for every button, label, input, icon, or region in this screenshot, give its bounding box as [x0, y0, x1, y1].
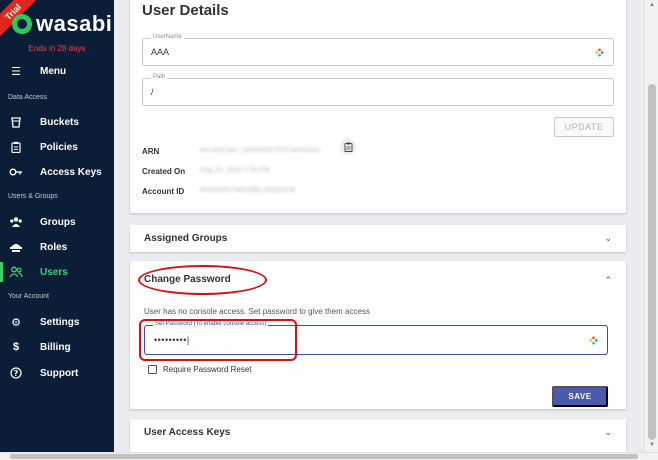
section-your-account: Your Account — [8, 293, 49, 300]
annotation-rectangle — [139, 319, 297, 361]
sidebar-item-label: Users — [40, 266, 68, 278]
require-reset-checkbox[interactable] — [148, 365, 157, 374]
user-details-card: User Details UserName AAA Path / UPDATE … — [130, 0, 626, 213]
sidebar-item-settings[interactable]: ⚙ Settings — [0, 310, 114, 334]
sidebar-item-buckets[interactable]: Buckets — [0, 110, 114, 134]
sidebar-item-billing[interactable]: $ Billing — [0, 335, 114, 359]
created-on-label: Created On — [142, 167, 186, 176]
arn-label: ARN — [142, 147, 160, 156]
sidebar: Trial wasabi Ends in 28 days ☰ Menu Data… — [0, 0, 114, 460]
roles-icon — [9, 240, 23, 254]
sidebar-item-label: Support — [40, 367, 79, 379]
help-icon: ? — [9, 366, 23, 380]
clipboard-icon — [9, 140, 23, 154]
hamburger-icon: ☰ — [11, 65, 21, 78]
menu-toggle[interactable]: ☰ Menu — [0, 59, 114, 83]
chevron-down-icon[interactable]: ⌄ — [604, 233, 612, 244]
sidebar-item-label: Roles — [40, 241, 68, 253]
scroll-up-arrow[interactable]: ▲ — [649, 2, 655, 8]
assigned-groups-title: Assigned Groups — [144, 233, 228, 244]
created-on-value: Aug 20, 2020 1:55 PM — [200, 167, 270, 174]
save-button[interactable]: SAVE — [552, 386, 608, 407]
scroll-down-arrow[interactable]: ▼ — [649, 442, 655, 448]
update-button[interactable]: UPDATE — [554, 117, 614, 137]
account-id-label: Account ID — [142, 187, 185, 196]
require-reset-label: Require Password Reset — [163, 365, 252, 374]
console-access-description: User has no console access. Set password… — [144, 307, 370, 316]
sidebar-item-support[interactable]: ? Support — [0, 361, 114, 385]
username-field[interactable]: UserName AAA — [142, 34, 614, 66]
username-value: AAA — [151, 47, 170, 57]
chevron-up-icon[interactable]: ⌃ — [604, 275, 612, 286]
dollar-icon: $ — [12, 341, 20, 353]
clipboard-icon — [344, 142, 352, 152]
account-id-value: 8HRH0FLHN6X6BLUN321KW — [200, 187, 296, 194]
bucket-icon — [9, 115, 23, 129]
password-manager-icon[interactable] — [595, 48, 604, 57]
change-password-panel: Change Password ⌃ User has no console ac… — [130, 261, 626, 409]
arn-value: arn:aws:iam::100000067976:user/AAA — [200, 147, 320, 154]
main-content: User Details UserName AAA Path / UPDATE … — [114, 0, 644, 460]
horizontal-scrollbar[interactable] — [0, 452, 658, 460]
sidebar-item-roles[interactable]: Roles — [0, 235, 114, 259]
gear-icon: ⚙ — [11, 316, 21, 329]
vertical-scrollbar-thumb[interactable] — [648, 84, 656, 440]
brand-name: wasabi — [36, 11, 113, 36]
users-icon — [9, 265, 23, 279]
require-reset-option[interactable]: Require Password Reset — [148, 365, 251, 374]
section-users-groups: Users & Groups — [8, 193, 58, 200]
path-field[interactable]: Path / — [142, 74, 614, 106]
annotation-oval — [138, 265, 267, 295]
horizontal-scrollbar-thumb[interactable] — [10, 454, 638, 459]
username-label: UserName — [151, 34, 184, 40]
assigned-groups-panel[interactable]: Assigned Groups ⌄ — [130, 225, 626, 252]
trial-notice: Ends in 28 days — [28, 44, 86, 53]
chevron-down-icon[interactable]: ⌄ — [604, 427, 612, 438]
password-manager-icon[interactable] — [589, 336, 598, 345]
sidebar-item-label: Policies — [40, 141, 78, 153]
sidebar-item-label: Settings — [40, 316, 80, 328]
path-label: Path — [151, 74, 168, 80]
path-value: / — [151, 87, 154, 97]
user-access-keys-panel[interactable]: User Access Keys ⌄ — [130, 419, 626, 452]
wasabi-logo-icon — [12, 14, 32, 34]
sidebar-item-access-keys[interactable]: Access Keys — [0, 160, 114, 184]
section-data-access: Data Access — [8, 94, 47, 101]
menu-label: Menu — [40, 65, 67, 77]
sidebar-item-label: Buckets — [40, 116, 79, 128]
copy-arn-button[interactable] — [340, 139, 356, 155]
svg-text:?: ? — [14, 369, 19, 378]
sidebar-item-users[interactable]: Users — [0, 260, 114, 284]
sidebar-item-groups[interactable]: Groups — [0, 210, 114, 234]
sidebar-item-policies[interactable]: Policies — [0, 135, 114, 159]
sidebar-item-label: Billing — [40, 341, 71, 353]
wasabi-logo[interactable]: wasabi — [12, 11, 112, 37]
sidebar-item-label: Groups — [40, 216, 76, 228]
page-title: User Details — [142, 2, 229, 19]
vertical-scrollbar[interactable]: ▲ ▼ — [644, 0, 658, 452]
groups-icon — [9, 215, 23, 229]
user-access-keys-title: User Access Keys — [144, 427, 231, 438]
key-icon — [9, 165, 23, 179]
sidebar-item-label: Access Keys — [40, 166, 102, 178]
